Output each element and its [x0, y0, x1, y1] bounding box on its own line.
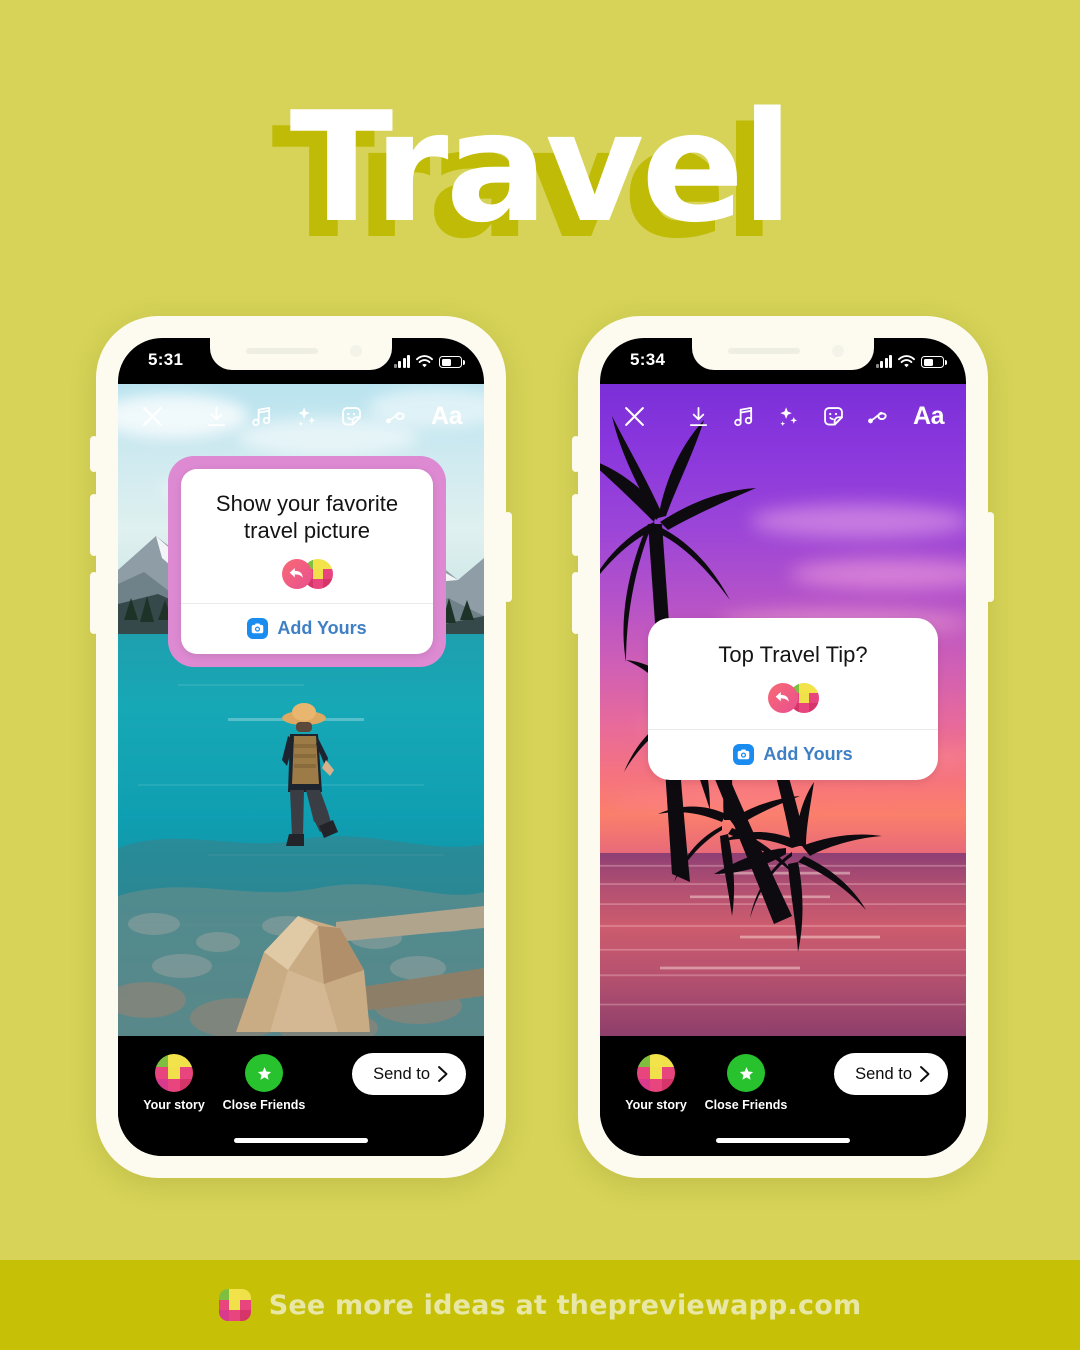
battery-icon [439, 356, 465, 368]
add-yours-label: Add Yours [763, 743, 853, 764]
phone-screen-2: 5:34 Aa Top Travel Tip? Add Yours Your s… [600, 338, 966, 1156]
green-star-icon [245, 1054, 283, 1092]
preview-grid-avatar-icon [155, 1054, 193, 1092]
phone-mockup-1: 5:31 Aa Show your favorite travel pictur… [90, 316, 512, 1178]
status-bar-2: 5:34 [600, 338, 966, 384]
sticker-avatars [664, 682, 922, 713]
close-icon[interactable] [140, 404, 165, 429]
music-note-icon[interactable] [250, 405, 273, 428]
close-friends-label: Close Friends [704, 1098, 788, 1112]
chevron-right-icon [438, 1066, 448, 1082]
squiggle-draw-icon[interactable] [385, 405, 409, 428]
mute-switch[interactable] [90, 436, 98, 472]
page-title: Travel [0, 92, 1080, 244]
sticker-smiley-icon[interactable] [340, 405, 363, 428]
your-story-button[interactable]: Your story [136, 1054, 212, 1112]
volume-up-button[interactable] [90, 494, 98, 556]
reply-arrow-avatar-icon [767, 682, 798, 713]
text-tool-button[interactable]: Aa [431, 403, 462, 429]
sticker-smiley-icon[interactable] [822, 405, 845, 428]
footer-text: See more ideas at thepreviewapp.com [268, 1289, 862, 1321]
story-bottom-bar-1: Your story Close Friends Send to [118, 1036, 484, 1156]
send-to-button[interactable]: Send to [352, 1053, 466, 1095]
front-camera [350, 345, 362, 357]
add-yours-sticker-1[interactable]: Show your favorite travel picture Add Yo… [168, 456, 446, 667]
phone-mockup-2: 5:34 Aa Top Travel Tip? Add Yours Your s… [572, 316, 994, 1178]
text-tool-button[interactable]: Aa [913, 403, 944, 429]
chevron-right-icon [920, 1066, 930, 1082]
sticker-card: Top Travel Tip? Add Yours [648, 618, 938, 780]
sparkles-icon[interactable] [295, 405, 318, 428]
download-icon[interactable] [687, 405, 710, 428]
your-story-label: Your story [143, 1098, 205, 1112]
mute-switch[interactable] [572, 436, 580, 472]
notch [692, 338, 874, 370]
sticker-avatars [197, 558, 417, 589]
reply-arrow-avatar-icon [281, 558, 312, 589]
sticker-frame: Show your favorite travel picture Add Yo… [168, 456, 446, 667]
phone-screen-1: 5:31 Aa Show your favorite travel pictur… [118, 338, 484, 1156]
green-star-icon [727, 1054, 765, 1092]
squiggle-draw-icon[interactable] [867, 405, 891, 428]
add-yours-label: Add Yours [277, 617, 367, 638]
home-indicator [234, 1138, 368, 1143]
volume-up-button[interactable] [572, 494, 580, 556]
close-friends-label: Close Friends [222, 1098, 306, 1112]
power-button[interactable] [504, 512, 512, 602]
speaker-grille [728, 348, 800, 354]
download-icon[interactable] [205, 405, 228, 428]
preview-grid-logo-icon [218, 1289, 251, 1321]
volume-down-button[interactable] [90, 572, 98, 634]
cellular-signal-icon [393, 355, 410, 368]
power-button[interactable] [986, 512, 994, 602]
page-title-text: Travel [289, 79, 794, 256]
home-indicator [716, 1138, 850, 1143]
sticker-prompt: Top Travel Tip? [718, 642, 868, 667]
sticker-card: Show your favorite travel picture Add Yo… [181, 469, 433, 654]
status-time: 5:31 [148, 350, 184, 369]
add-yours-button[interactable]: Add Yours [648, 730, 938, 780]
add-yours-button[interactable]: Add Yours [181, 604, 433, 654]
send-to-label: Send to [373, 1064, 430, 1083]
wifi-icon [898, 355, 915, 368]
status-time: 5:34 [630, 350, 666, 369]
sparkles-icon[interactable] [777, 405, 800, 428]
cellular-signal-icon [875, 355, 892, 368]
send-to-label: Send to [855, 1064, 912, 1083]
volume-down-button[interactable] [572, 572, 580, 634]
battery-icon [921, 356, 947, 368]
front-camera [832, 345, 844, 357]
add-yours-sticker-2[interactable]: Top Travel Tip? Add Yours [648, 618, 938, 780]
status-bar-1: 5:31 [118, 338, 484, 384]
sticker-prompt: Show your favorite travel picture [215, 491, 399, 543]
close-friends-button[interactable]: Close Friends [214, 1054, 314, 1112]
your-story-label: Your story [625, 1098, 687, 1112]
wifi-icon [416, 355, 433, 368]
camera-icon [733, 743, 755, 765]
story-toolbar-2: Aa [600, 390, 966, 442]
send-to-button[interactable]: Send to [834, 1053, 948, 1095]
your-story-button[interactable]: Your story [618, 1054, 694, 1112]
footer-banner: See more ideas at thepreviewapp.com [0, 1260, 1080, 1350]
notch [210, 338, 392, 370]
story-bottom-bar-2: Your story Close Friends Send to [600, 1036, 966, 1156]
close-friends-button[interactable]: Close Friends [696, 1054, 796, 1112]
music-note-icon[interactable] [732, 405, 755, 428]
close-icon[interactable] [622, 404, 647, 429]
speaker-grille [246, 348, 318, 354]
camera-icon [247, 617, 269, 639]
preview-grid-avatar-icon [637, 1054, 675, 1092]
story-toolbar-1: Aa [118, 390, 484, 442]
